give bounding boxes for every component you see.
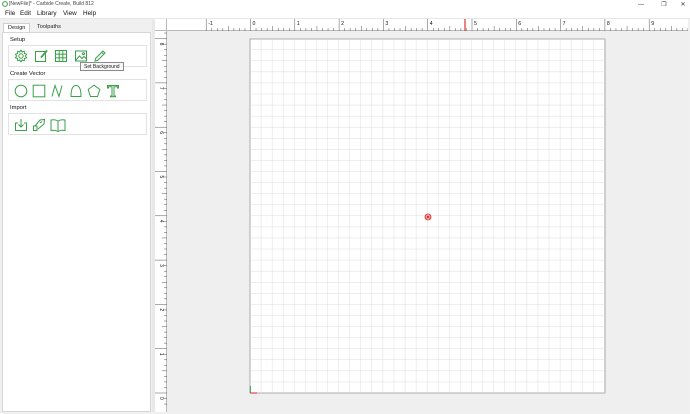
polygon-tool-button[interactable] <box>87 84 101 98</box>
ruler-x-label: 0 <box>253 21 256 27</box>
menu-help[interactable]: Help <box>83 10 96 17</box>
cursor-marker-icon <box>424 213 432 221</box>
menu-bar: File Edit Library View Help <box>0 9 690 19</box>
create-vector-section <box>8 79 147 101</box>
grid-settings-button[interactable] <box>54 49 68 63</box>
import-icon <box>15 119 27 131</box>
ruler-x-label: 1 <box>297 21 300 27</box>
menu-view[interactable]: View <box>63 10 77 17</box>
library-button[interactable] <box>50 118 66 132</box>
circle-tool-button[interactable] <box>14 84 28 98</box>
ruler-x-label: 4 <box>430 21 433 27</box>
edit-document-icon <box>35 49 48 62</box>
horizontal-ruler: -1 0 1 2 3 4 5 6 7 8 9 <box>167 19 689 31</box>
trace-bitmap-button[interactable] <box>32 118 46 132</box>
ruler-y-label: 3 <box>158 264 164 267</box>
ruler-y-label: 5 <box>158 176 164 179</box>
polygon-icon <box>87 84 101 97</box>
section-title-setup: Setup <box>10 37 26 43</box>
ruler-x-label: 5 <box>474 21 477 27</box>
title-bar: [NewFile]* - Carbide Create, Build 812 —… <box>0 0 690 9</box>
app-logo-icon <box>2 1 8 7</box>
section-title-import: Import <box>10 105 27 111</box>
import-section <box>8 113 147 135</box>
design-canvas[interactable] <box>167 32 688 412</box>
curve-icon <box>70 84 82 97</box>
import-vector-button[interactable] <box>14 118 28 132</box>
ruler-y-label: 8 <box>158 43 164 46</box>
close-button[interactable]: ✕ <box>676 0 690 9</box>
set-background-button[interactable] <box>74 49 88 63</box>
horizontal-ruler-ticks: -1 0 1 2 3 4 5 6 7 8 9 <box>205 19 689 31</box>
ruler-y-label: 7 <box>158 87 164 90</box>
vertical-ruler-ticks: 8 7 6 5 4 3 2 1 0 <box>155 32 167 405</box>
tab-design[interactable]: Design <box>3 23 31 32</box>
ruler-y-label: 2 <box>158 308 164 311</box>
ruler-x-label: 7 <box>563 21 566 27</box>
image-icon <box>75 50 87 62</box>
pencil-icon <box>94 50 106 62</box>
polyline-icon <box>51 84 63 98</box>
design-panel: Design Toolpaths Setup Create Vector Imp… <box>2 20 151 412</box>
ruler-x-label: -1 <box>208 21 213 27</box>
ruler-x-label: 8 <box>607 21 610 27</box>
gear-icon <box>14 49 28 63</box>
polyline-tool-button[interactable] <box>50 84 64 98</box>
menu-file[interactable]: File <box>5 10 15 17</box>
grid-icon <box>55 50 67 62</box>
job-setup-button[interactable] <box>14 49 28 63</box>
edit-job-button[interactable] <box>34 49 48 63</box>
circle-icon <box>14 84 28 98</box>
minimize-button[interactable]: — <box>634 0 648 9</box>
text-tool-button[interactable] <box>106 84 120 98</box>
curve-tool-button[interactable] <box>69 84 83 98</box>
draw-button[interactable] <box>93 49 107 63</box>
setup-section <box>8 45 147 67</box>
bitmap-trace-icon <box>33 118 46 131</box>
ruler-y-label: 0 <box>158 397 164 400</box>
rectangle-icon <box>32 84 46 98</box>
book-icon <box>50 119 66 132</box>
ruler-y-label: 1 <box>158 353 164 356</box>
menu-library[interactable]: Library <box>37 10 57 17</box>
ruler-x-label: 6 <box>518 21 521 27</box>
vertical-ruler: 8 7 6 5 4 3 2 1 0 <box>155 31 167 412</box>
ruler-y-label: 4 <box>158 220 164 223</box>
text-icon <box>107 85 119 98</box>
menu-edit[interactable]: Edit <box>20 10 31 17</box>
rectangle-tool-button[interactable] <box>32 84 46 98</box>
ruler-x-label: 9 <box>651 21 654 27</box>
panel-body: Setup Create Vector Import <box>2 32 151 412</box>
section-title-create-vector: Create Vector <box>10 71 46 77</box>
ruler-x-label: 3 <box>385 21 388 27</box>
window-title: [NewFile]* - Carbide Create, Build 812 <box>9 1 94 7</box>
canvas-drawing[interactable] <box>167 32 688 412</box>
ruler-y-label: 6 <box>158 131 164 134</box>
ruler-corner <box>155 19 167 31</box>
maximize-button[interactable]: ❐ <box>657 0 671 9</box>
tab-toolpaths[interactable]: Toolpaths <box>33 23 65 32</box>
ruler-x-label: 2 <box>341 21 344 27</box>
tooltip: Set Background <box>80 62 124 71</box>
